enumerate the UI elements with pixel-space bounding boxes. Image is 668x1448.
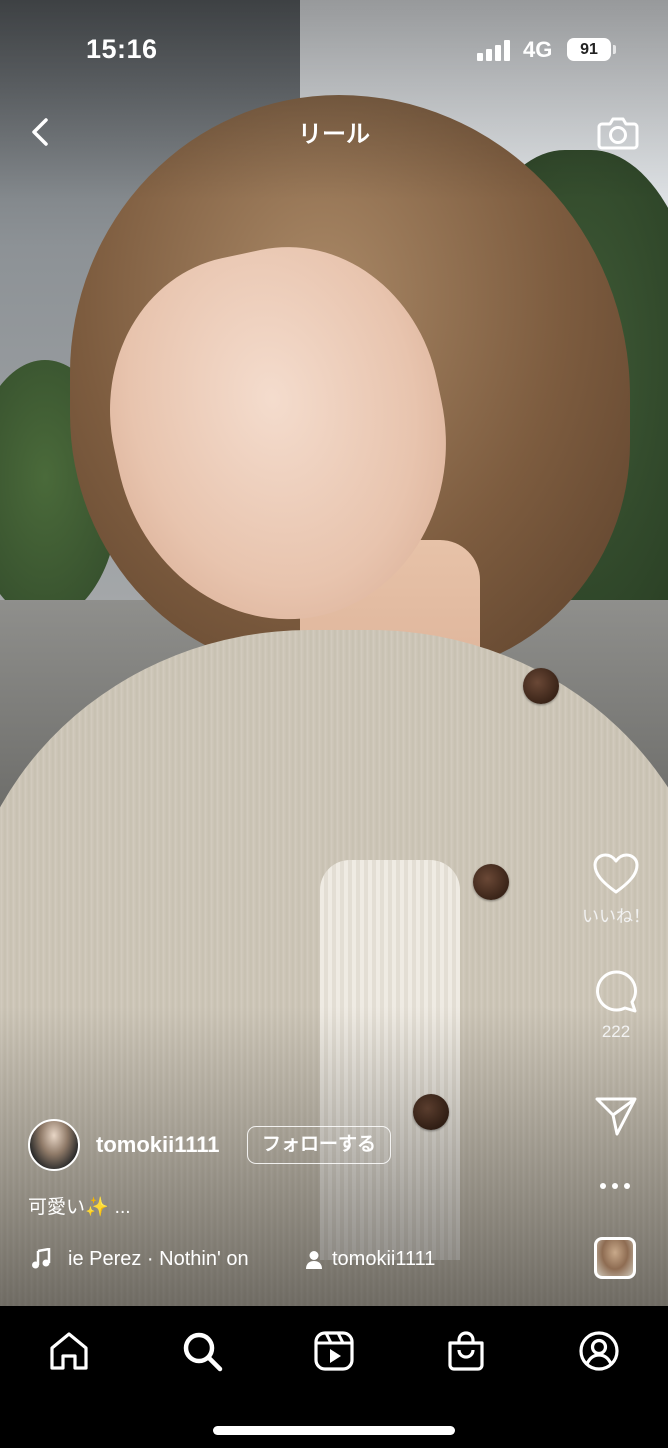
more-dots-icon[interactable] bbox=[600, 1180, 634, 1192]
reel-video[interactable] bbox=[0, 0, 668, 1306]
comment-bubble-icon bbox=[596, 970, 637, 1013]
shop-icon[interactable] bbox=[443, 1328, 489, 1374]
follow-button[interactable]: フォローする bbox=[247, 1126, 392, 1164]
cardigan-button bbox=[523, 668, 559, 704]
comment-count: 222 bbox=[601, 1022, 631, 1041]
camera-icon[interactable] bbox=[596, 110, 640, 154]
cardigan-button bbox=[473, 864, 509, 900]
cellular-signal-icon bbox=[477, 39, 511, 61]
reels-icon[interactable] bbox=[311, 1328, 357, 1374]
person-icon bbox=[306, 1251, 322, 1269]
author-username[interactable]: tomokii1111 bbox=[96, 1132, 220, 1158]
caption-text: 可愛い✨ bbox=[28, 1197, 109, 1218]
audio-track-name[interactable]: ie Perez · Nothin' on bbox=[68, 1248, 276, 1271]
caption-more[interactable]: ... bbox=[115, 1197, 131, 1218]
caption[interactable]: 可愛い✨... bbox=[28, 1192, 131, 1219]
avatar[interactable] bbox=[28, 1119, 80, 1171]
like-button[interactable]: いいね！ bbox=[580, 852, 652, 927]
music-note-icon bbox=[32, 1248, 51, 1269]
reels-screen: 15:16 4G 91 リール いいね！ 222 tomokii1111 フォロ… bbox=[0, 0, 668, 1448]
original-audio-user[interactable]: tomokii1111 bbox=[332, 1248, 435, 1271]
home-icon[interactable] bbox=[46, 1328, 92, 1374]
network-type: 4G bbox=[523, 37, 553, 62]
share-button[interactable] bbox=[580, 1094, 652, 1138]
search-icon[interactable] bbox=[179, 1328, 225, 1374]
heart-icon bbox=[593, 853, 639, 894]
status-time: 15:16 bbox=[86, 34, 158, 64]
battery-tip bbox=[613, 45, 616, 54]
audio-thumbnail[interactable] bbox=[594, 1237, 636, 1279]
profile-icon[interactable] bbox=[576, 1328, 622, 1374]
top-gradient bbox=[0, 0, 668, 200]
paper-plane-icon bbox=[595, 1097, 637, 1136]
comment-button[interactable]: 222 bbox=[580, 968, 652, 1042]
home-indicator[interactable] bbox=[213, 1426, 455, 1435]
page-title: リール bbox=[298, 121, 370, 148]
battery-level: 91 bbox=[567, 38, 611, 61]
like-count: いいね！ bbox=[582, 907, 650, 926]
bottom-tab-bar bbox=[0, 1306, 668, 1448]
